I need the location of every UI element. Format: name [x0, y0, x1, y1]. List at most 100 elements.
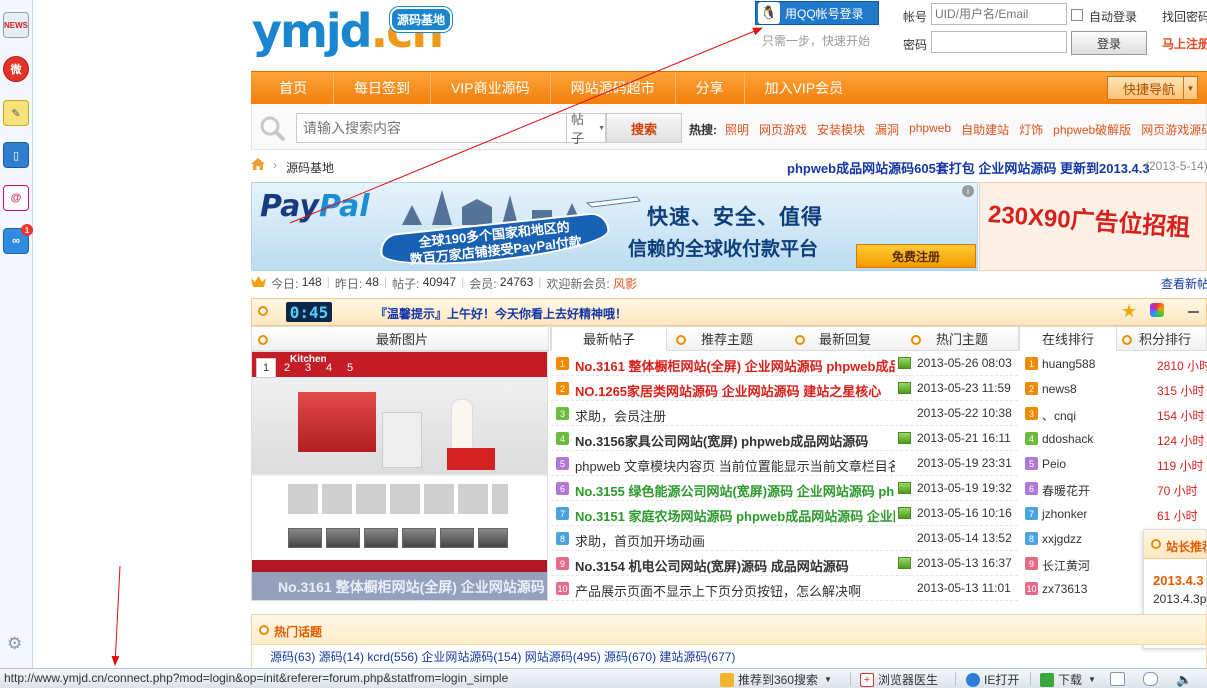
post-row[interactable]: 8 求助，首页加开场动画 2013-05-14 13:52: [551, 526, 1018, 551]
rank-row[interactable]: 6 春暖花开 70 小时: [1020, 476, 1207, 501]
tab-latest-replies[interactable]: 最新回复: [819, 326, 871, 351]
auto-login-checkbox[interactable]: [1071, 9, 1083, 21]
rank-user-link[interactable]: ddoshack: [1042, 432, 1093, 446]
view-new-posts-link[interactable]: 查看新帖: [1161, 275, 1207, 292]
nav-share[interactable]: 分享: [676, 71, 745, 105]
rank-row[interactable]: 2 news8 315 小时: [1020, 376, 1207, 401]
post-title-link[interactable]: No.3156家具公司网站(宽屏) phpweb成品网站源码: [575, 431, 895, 450]
rank-user-link[interactable]: news8: [1042, 382, 1077, 396]
post-title-link[interactable]: NO.1265家居类网站源码 企业网站源码 建站之星核心: [575, 381, 895, 400]
tab-points-rank[interactable]: 积分排行: [1139, 326, 1191, 351]
mobile-icon[interactable]: ▯: [3, 142, 29, 168]
tab-hot-threads[interactable]: 热门主题: [936, 326, 988, 351]
rank-user-link[interactable]: Peio: [1042, 457, 1066, 471]
speaker-icon[interactable]: 🔈: [1176, 672, 1192, 687]
hot-search-term[interactable]: 自助建站: [961, 121, 1009, 138]
hot-search-term[interactable]: 灯饰: [1019, 121, 1043, 138]
post-title-link[interactable]: No.3154 机电公司网站(宽屏)源码 成品网站源码: [575, 556, 895, 575]
palette-icon[interactable]: [1150, 303, 1164, 317]
post-row[interactable]: 1 No.3161 整体橱柜网站(全屏) 企业网站源码 phpweb成品 2013-…: [551, 351, 1018, 376]
notes-icon[interactable]: ✎: [3, 100, 29, 126]
password-input[interactable]: [931, 31, 1067, 53]
post-row[interactable]: 3 求助，会员注册 2013-05-22 10:38: [551, 401, 1018, 426]
hot-topics-row[interactable]: 源码(63) 源码(14) kcrd(556) 企业网站源码(154) 网站源码…: [252, 645, 1206, 669]
hot-search-term[interactable]: 漏洞: [875, 121, 899, 138]
nav-home[interactable]: 首页: [251, 71, 334, 105]
settings-gear-icon[interactable]: ⚙: [7, 634, 25, 653]
rank-user-link[interactable]: xxjgdzz: [1042, 532, 1082, 546]
nav-source-market[interactable]: 网站源码超市: [551, 71, 676, 105]
home-icon[interactable]: [251, 158, 265, 170]
register-link[interactable]: 马上注册: [1162, 35, 1207, 52]
post-title-link[interactable]: 求助，会员注册: [575, 406, 895, 425]
forgot-password-link[interactable]: 找回密码: [1162, 8, 1207, 25]
site-logo[interactable]: ymjd.cn 源码基地: [252, 4, 452, 58]
rank-user-link[interactable]: zx73613: [1042, 582, 1087, 596]
post-title-link[interactable]: phpweb 文章模块内容页 当前位置能显示当前文章栏目名: [575, 456, 895, 475]
breadcrumb-current[interactable]: 源码基地: [286, 159, 334, 176]
news-icon[interactable]: NEWS: [3, 12, 29, 38]
post-title-link[interactable]: 求助，首页加开场动画: [575, 531, 895, 550]
post-row[interactable]: 7 No.3151 家庭农场网站源码 phpweb成品网站源码 企业网 2013-0…: [551, 501, 1018, 526]
rank-user-link[interactable]: 长江黄河: [1042, 557, 1090, 574]
slide-page-2[interactable]: 2: [277, 358, 297, 378]
window-icon[interactable]: [1110, 672, 1125, 686]
download-button[interactable]: 下载 ▼: [1040, 671, 1096, 688]
rank-user-link[interactable]: 春暖花开: [1042, 482, 1090, 499]
nav-sign-in[interactable]: 每日签到: [334, 71, 431, 105]
post-row[interactable]: 2 NO.1265家居类网站源码 企业网站源码 建站之星核心 2013-05-23 …: [551, 376, 1018, 401]
search-type-select[interactable]: 帖子 ▼: [566, 112, 606, 146]
rank-user-link[interactable]: jzhonker: [1042, 507, 1087, 521]
nav-join-vip[interactable]: 加入VIP会员: [745, 72, 864, 105]
hot-search-term[interactable]: 网页游戏: [759, 121, 807, 138]
search-button[interactable]: 搜索: [606, 113, 682, 143]
slide-page-3[interactable]: 3: [298, 358, 318, 378]
quick-nav-button[interactable]: 快捷导航 ▼: [1107, 76, 1198, 100]
new-member-link[interactable]: 风影: [613, 275, 637, 292]
auto-login-label[interactable]: 自动登录: [1089, 8, 1137, 25]
slide-caption[interactable]: No.3161 整体橱柜网站(全屏) 企业网站源码: [252, 572, 547, 600]
post-title-link[interactable]: No.3155 绿色能源公司网站(宽屏)源码 企业网站源码 ph: [575, 481, 895, 500]
rank-row[interactable]: 5 Peio 119 小时: [1020, 451, 1207, 476]
nav-vip-source[interactable]: VIP商业源码: [431, 71, 551, 105]
info-icon[interactable]: i: [962, 185, 974, 197]
tab-latest-posts[interactable]: 最新帖子: [551, 326, 667, 351]
browser-doctor-button[interactable]: + 浏览器医生: [860, 671, 938, 688]
login-button[interactable]: 登录: [1071, 31, 1147, 55]
slide-page-4[interactable]: 4: [319, 358, 339, 378]
rank-row[interactable]: 3 、cnqi 154 小时: [1020, 401, 1207, 426]
ie-open-button[interactable]: IE打开: [966, 671, 1019, 688]
hot-search-term[interactable]: phpweb破解版: [1053, 121, 1131, 138]
post-title-link[interactable]: No.3161 整体橱柜网站(全屏) 企业网站源码 phpweb成品: [575, 356, 895, 375]
star-icon[interactable]: ★: [1121, 301, 1137, 322]
rank-user-link[interactable]: 、cnqi: [1042, 407, 1076, 424]
rank-row[interactable]: 1 huang588 2810 小时: [1020, 351, 1207, 376]
slide-page-1[interactable]: 1: [256, 358, 276, 378]
mail-icon[interactable]: @: [3, 185, 29, 211]
shield-icon[interactable]: [1143, 672, 1158, 686]
slide-page-5[interactable]: 5: [340, 358, 360, 378]
weibo-icon[interactable]: 微: [3, 56, 29, 82]
post-row[interactable]: 6 No.3155 绿色能源公司网站(宽屏)源码 企业网站源码 ph 2013-05…: [551, 476, 1018, 501]
tab-latest-pictures[interactable]: 最新图片: [376, 326, 428, 351]
account-input[interactable]: [931, 3, 1067, 25]
post-row[interactable]: 9 No.3154 机电公司网站(宽屏)源码 成品网站源码 2013-05-13 1…: [551, 551, 1018, 576]
ad-space-banner[interactable]: 230X90广告位招租: [979, 182, 1207, 271]
recommend-title[interactable]: 2013.4.3: [1144, 559, 1206, 588]
post-row[interactable]: 5 phpweb 文章模块内容页 当前位置能显示当前文章栏目名 2013-05-19…: [551, 451, 1018, 476]
headline-link[interactable]: phpweb成品网站源码605套打包 企业网站源码 更新到2013.4.3: [787, 158, 1150, 177]
rank-row[interactable]: 7 jzhonker 61 小时: [1020, 501, 1207, 526]
paypal-ad-banner[interactable]: PayPal 全球190多个国家和地区的 数百万家店铺接受PayPal付款 快速、…: [251, 182, 978, 271]
post-row[interactable]: 10 产品展示页面不显示上下页分页按钮，怎么解决啊 2013-05-13 11:01: [551, 576, 1018, 601]
picture-slideshow[interactable]: Kitchen 1 2 3 4 5 No.3161 整体橱柜网站(全屏) 企业网…: [251, 351, 548, 601]
search-input[interactable]: [296, 113, 566, 143]
recommend-360-button[interactable]: 推荐到360搜索 ▼: [720, 671, 832, 688]
collapse-icon[interactable]: [1188, 311, 1199, 313]
hot-search-term[interactable]: 网页游戏源码: [1141, 121, 1207, 138]
tab-recommended[interactable]: 推荐主题: [701, 326, 753, 351]
post-row[interactable]: 4 No.3156家具公司网站(宽屏) phpweb成品网站源码 2013-05-2…: [551, 426, 1018, 451]
hot-search-term[interactable]: 照明: [725, 121, 749, 138]
tab-online-rank[interactable]: 在线排行: [1019, 326, 1117, 351]
rank-user-link[interactable]: huang588: [1042, 357, 1095, 371]
rank-row[interactable]: 4 ddoshack 124 小时: [1020, 426, 1207, 451]
